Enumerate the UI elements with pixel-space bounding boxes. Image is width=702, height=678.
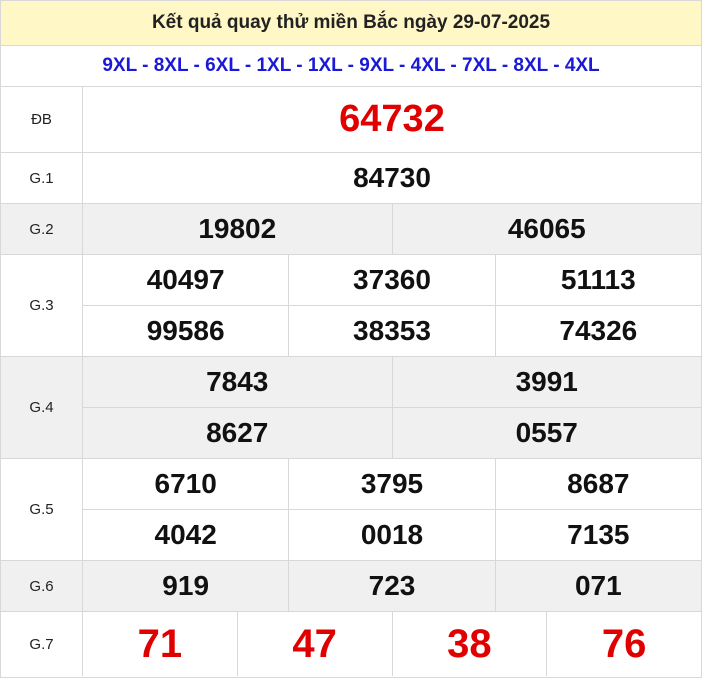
prize-label-g5: G.5 (1, 459, 83, 560)
prize-number-g5: 6710 (154, 468, 217, 499)
prize-number-g4: 0557 (391, 408, 702, 458)
prize-label-g4: G.4 (1, 357, 83, 458)
prize-row-g4: G.4 7843 3991 8627 0557 (1, 357, 701, 459)
prize-row-g1: G.1 84730 (1, 153, 701, 204)
prize-number-g7: 38 (391, 612, 547, 676)
lottery-results-table: Kết quả quay thử miền Bắc ngày 29-07-202… (0, 0, 702, 678)
prize-label-g6: G.6 (1, 561, 83, 611)
prize-label-g7: G.7 (1, 612, 83, 676)
prize-row-db: ĐB 64732 (1, 87, 701, 153)
prize-number-g5: 0018 (288, 510, 494, 560)
prize-number-db: 64732 (339, 98, 445, 140)
prize-number-g3: 38353 (288, 306, 494, 356)
prize-number-g6: 723 (288, 561, 494, 611)
prize-number-g5: 8687 (494, 459, 701, 509)
prize-label-g1: G.1 (1, 153, 83, 203)
prize-label-g2: G.2 (1, 204, 83, 254)
prize-number-g7: 76 (546, 612, 701, 676)
prize-number-g6: 919 (162, 570, 210, 601)
prize-row-g2: G.2 19802 46065 (1, 204, 701, 255)
results-title: Kết quả quay thử miền Bắc ngày 29-07-202… (1, 1, 701, 46)
prize-row-g3: G.3 40497 37360 51113 99586 38353 74326 (1, 255, 701, 357)
prize-number-g2: 46065 (391, 204, 702, 254)
prize-number-g4: 7843 (206, 366, 269, 397)
prize-number-g4: 8627 (206, 417, 269, 448)
prize-number-g3: 74326 (494, 306, 701, 356)
prize-number-g3: 37360 (288, 255, 494, 305)
prize-number-g2: 19802 (198, 213, 277, 244)
prize-number-g7: 47 (236, 612, 392, 676)
prize-row-g7: G.7 71 47 38 76 (1, 612, 701, 676)
prize-number-g5: 4042 (154, 519, 217, 550)
prize-number-g5: 3795 (288, 459, 494, 509)
prize-number-g4: 3991 (391, 357, 702, 407)
draw-codes: 9XL - 8XL - 6XL - 1XL - 1XL - 9XL - 4XL … (1, 46, 701, 87)
prize-number-g3: 40497 (146, 264, 225, 295)
prize-number-g3: 99586 (146, 315, 225, 346)
prize-row-g5: G.5 6710 3795 8687 4042 0018 7135 (1, 459, 701, 561)
prize-number-g6: 071 (494, 561, 701, 611)
prize-label-db: ĐB (1, 87, 83, 152)
prize-number-g1: 84730 (353, 162, 431, 193)
prize-label-g3: G.3 (1, 255, 83, 356)
prize-number-g7: 71 (137, 621, 183, 666)
prize-number-g3: 51113 (494, 255, 701, 305)
prize-number-g5: 7135 (494, 510, 701, 560)
prize-row-g6: G.6 919 723 071 (1, 561, 701, 612)
